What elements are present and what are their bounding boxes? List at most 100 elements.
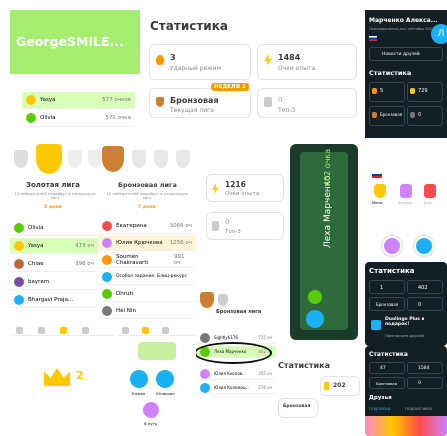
top3-card: 0 Топ-3 [257, 88, 357, 118]
avatar [26, 113, 36, 123]
top3-label: Топ-3 [278, 107, 296, 114]
stat-card: Бронзовая [369, 297, 405, 311]
profile-icon[interactable] [82, 327, 89, 334]
tabbar [118, 326, 196, 336]
tab-followers[interactable]: ПОДПИСЧИКИ [405, 407, 432, 412]
bronze-small-tile: Бронзовая лига Sightly6176 725 оч Леха Ма… [196, 290, 276, 410]
home-icon[interactable] [16, 327, 23, 334]
book-icon[interactable] [38, 327, 45, 334]
table-row[interactable]: Yasya 473 оч [10, 238, 98, 254]
shield-icon [156, 97, 164, 107]
streak-label: Ударный режим [170, 65, 222, 72]
stat-card: 0 [407, 377, 443, 389]
book-icon[interactable] [400, 184, 412, 198]
chest-icon[interactable] [424, 184, 436, 198]
top3-value: 0 [225, 218, 230, 226]
shield-icon [154, 150, 168, 168]
shield-icon[interactable] [122, 327, 129, 334]
crown-value: 2 [76, 369, 84, 382]
xp-card: 1216 Очки опыта [206, 174, 284, 202]
table-row[interactable]: Юлия Кислов... 355 оч [196, 368, 276, 380]
stats-small-tile: 1216 Очки опыта 0 Топ-3 [204, 172, 286, 244]
table-row[interactable]: Екатерина 3066 оч [98, 218, 196, 234]
streak-value: 3 [170, 53, 176, 62]
app-button[interactable] [143, 402, 159, 418]
shield-icon [374, 184, 386, 198]
plus-gift-title: Duolingo Plus в подарок! [385, 317, 425, 327]
league-shields-strip-2 [98, 142, 198, 178]
stats-dark-bottom-tile: Статистика 47 1584 Бронзовая 0 Друзья ПО… [365, 346, 447, 436]
xp-label: Очки опыта [225, 191, 260, 197]
xp-card: 1484 Очки опыта [257, 44, 357, 80]
table-row[interactable]: Soumen Chakravarti 991 оч [98, 252, 196, 268]
friends-title: Друзья [369, 395, 392, 401]
mini-leaderboard: Yasya 577 очков Olivia 572 очка [22, 92, 135, 128]
shield-icon [372, 112, 377, 118]
league-label: Текущая лига [170, 107, 214, 114]
table-row[interactable]: bayram [10, 274, 98, 290]
username-text: GeorgeSMILE... [16, 34, 124, 49]
top3-card: 0 Топ-3 [206, 212, 284, 240]
medal-icon [410, 112, 415, 118]
shield-icon [68, 150, 82, 168]
gold-league-days: 5 дней [44, 205, 62, 210]
league-shields-strip [10, 142, 108, 178]
league-value: Бронзовая [170, 96, 219, 105]
table-row[interactable]: Olivia [10, 220, 98, 236]
app-button[interactable] [156, 370, 174, 388]
gold-league-title: Золотая лига [26, 181, 80, 189]
table-row[interactable]: Hél Nin [98, 303, 196, 319]
shield-icon [36, 144, 62, 174]
tab-following[interactable]: ПОДПИСКИ [369, 407, 390, 412]
lightning-icon [324, 382, 329, 390]
stat-card: 402 [407, 280, 443, 294]
profile-name: Марченко Алекса... [369, 17, 438, 24]
xp-value: 1484 [278, 53, 301, 62]
shield-icon [132, 150, 146, 168]
table-row[interactable]: Юлия Крючкова 1256 оч [98, 235, 196, 251]
medal-icon [264, 97, 272, 107]
flag-icon [369, 36, 377, 41]
xp-card: 202 [320, 376, 360, 396]
shield-icon [218, 294, 228, 306]
shield-icon [200, 292, 214, 308]
stats-dark-bottom-title: Статистика [369, 351, 408, 358]
side-icons-tile: Меню Вперёд Ещё [368, 166, 447, 220]
avatar[interactable] [382, 236, 402, 256]
lightning-icon [212, 183, 219, 194]
table-row[interactable]: Юлия Коломоц... 276 оч [196, 382, 276, 394]
gold-league-subtitle: 10 победителей перейдут в следующую лигу [14, 191, 96, 200]
tabbar [10, 326, 114, 336]
list-item[interactable]: Yasya 577 очков [22, 92, 135, 109]
chest-icon[interactable] [142, 327, 149, 334]
app-button[interactable] [130, 370, 148, 388]
avatar [308, 290, 322, 304]
table-row[interactable]: Bhargavi Praja... [10, 292, 98, 308]
profile-stat-2: 729 [407, 82, 443, 102]
profile-stat-4: 0 [407, 106, 443, 126]
app-label: Ежедн [132, 391, 146, 396]
table-row[interactable]: Chlae 396 оч [10, 256, 98, 272]
fire-icon [156, 55, 164, 65]
table-row[interactable]: Dhruti [98, 286, 196, 302]
xp-value: 1216 [225, 180, 246, 189]
avatar[interactable] [414, 236, 434, 256]
vertical-user-card[interactable]: Леха Марченко 402 очка [290, 144, 358, 340]
table-row[interactable]: Особое задание: Блиц-рекурс [98, 269, 196, 285]
bronze-league-tile: Бронзовая лига 10 победителей перейдут в… [98, 178, 196, 320]
top3-value: 0 [278, 96, 283, 104]
xp-label: Очки опыта [278, 65, 316, 72]
avatar [306, 310, 324, 328]
username-banner: GeorgeSMILE... [10, 10, 140, 74]
profile-icon[interactable] [162, 327, 169, 334]
side-label-2: Вперёд [398, 201, 412, 205]
highlight-circle [196, 342, 272, 364]
bronze-league-title: Бронзовая лига [118, 181, 177, 189]
xp-value: 202 [333, 382, 346, 389]
news-row[interactable]: Новости друзей [369, 47, 443, 61]
stat-card: 1 [369, 280, 405, 294]
shield-icon [176, 150, 190, 168]
shield-icon[interactable] [60, 327, 67, 334]
crown-icon [44, 368, 70, 386]
list-item[interactable]: Olivia 572 очка [22, 110, 135, 127]
